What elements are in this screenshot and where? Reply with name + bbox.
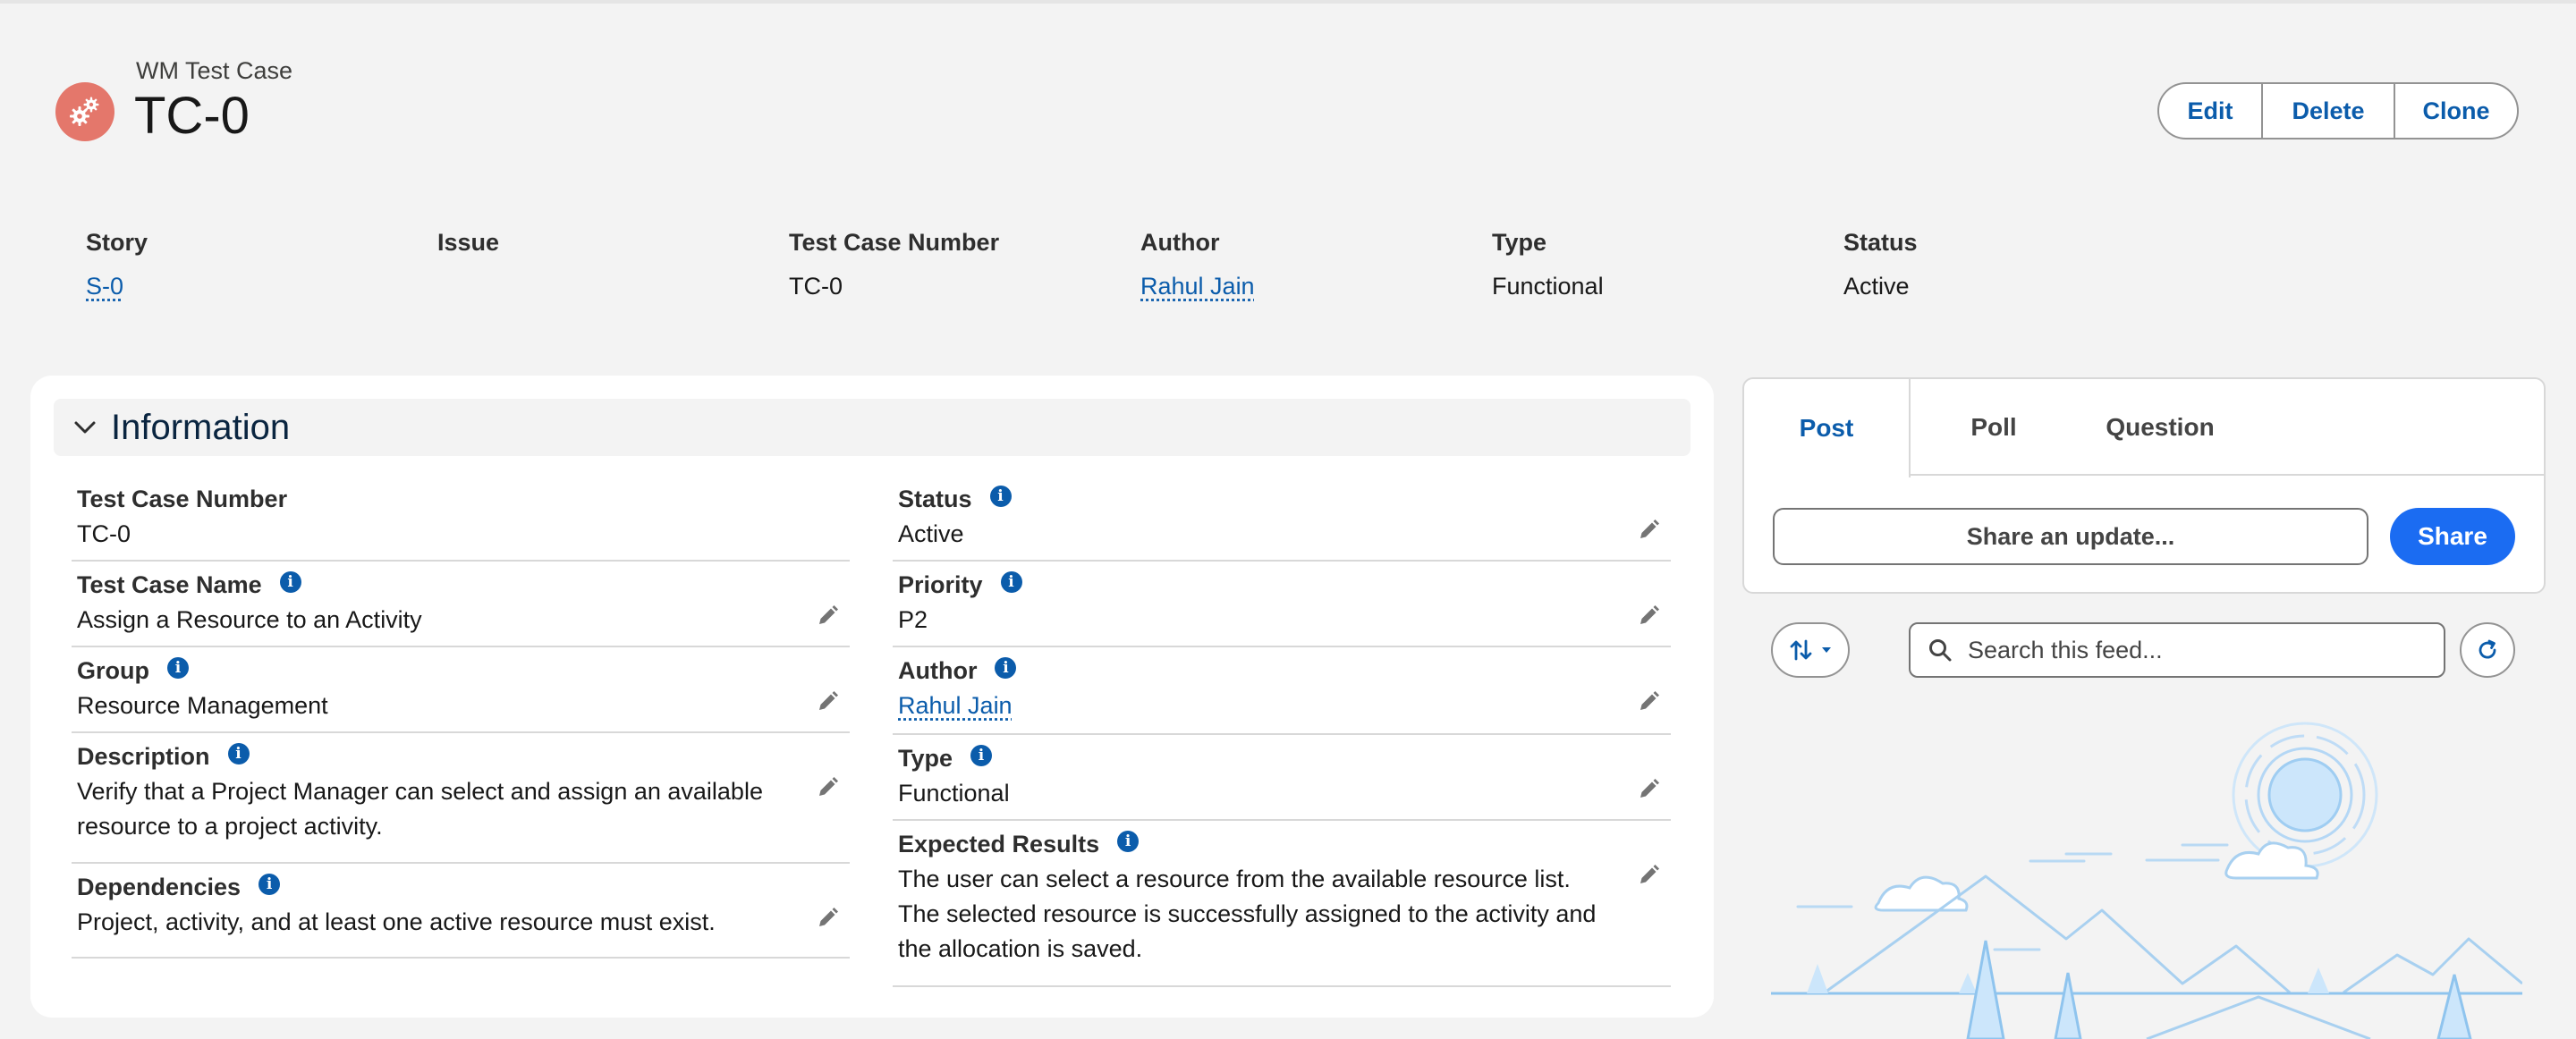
field-label: Group xyxy=(77,656,149,684)
highlight-label: Status xyxy=(1843,229,1918,256)
info-icon[interactable]: i xyxy=(1000,571,1022,593)
highlight-value: Active xyxy=(1843,273,1910,300)
object-type-label: WM Test Case xyxy=(136,57,293,84)
highlight-issue: Issue xyxy=(437,229,777,273)
highlight-status: Status Active xyxy=(1843,229,2183,300)
pencil-icon[interactable] xyxy=(1635,603,1662,629)
edit-button[interactable]: Edit xyxy=(2159,84,2261,138)
info-icon[interactable]: i xyxy=(279,571,301,593)
field-type: Type i Functional xyxy=(893,735,1671,821)
field-label: Test Case Number xyxy=(77,485,288,512)
tab-question[interactable]: Question xyxy=(2077,379,2243,476)
field-label: Test Case Name xyxy=(77,570,262,598)
highlight-author: Author Rahul Jain xyxy=(1140,229,1480,300)
field-value: Functional xyxy=(898,780,1010,807)
refresh-button[interactable] xyxy=(2460,622,2515,678)
highlight-value: TC-0 xyxy=(789,273,843,300)
field-dependencies: Dependencies i Project, activity, and at … xyxy=(72,864,850,959)
chevron-down-icon xyxy=(70,412,100,443)
author-link[interactable]: Rahul Jain xyxy=(1140,273,1255,300)
highlight-label: Issue xyxy=(437,229,500,256)
pencil-icon[interactable] xyxy=(1635,517,1662,544)
tab-poll[interactable]: Poll xyxy=(1911,379,2077,476)
section-title: Information xyxy=(111,407,291,447)
top-border xyxy=(0,0,2576,4)
author-field-link[interactable]: Rahul Jain xyxy=(898,692,1013,719)
highlight-value: Functional xyxy=(1492,273,1604,300)
sort-button[interactable] xyxy=(1771,622,1850,678)
refresh-icon xyxy=(2479,639,2496,659)
field-group: Group i Resource Management xyxy=(72,647,850,733)
record-actions: Edit Delete Clone xyxy=(2157,82,2519,139)
caret-down-icon xyxy=(1822,647,1831,653)
field-value: Resource Management xyxy=(77,692,328,719)
info-icon[interactable]: i xyxy=(1117,831,1140,852)
empty-feed-illustration xyxy=(1771,715,2523,1039)
info-icon[interactable]: i xyxy=(989,486,1012,507)
information-section-toggle[interactable]: Information xyxy=(54,399,1690,456)
pencil-icon[interactable] xyxy=(814,774,841,801)
field-value: Assign a Resource to an Activity xyxy=(77,606,422,633)
field-label: Status xyxy=(898,485,972,512)
field-value: The user can select a resource from the … xyxy=(898,866,1597,962)
info-icon[interactable]: i xyxy=(167,657,189,679)
clone-button[interactable]: Clone xyxy=(2394,84,2517,138)
field-value: Project, activity, and at least one acti… xyxy=(77,908,716,935)
field-label: Expected Results xyxy=(898,830,1100,857)
info-icon[interactable]: i xyxy=(995,657,1017,679)
field-value: Active xyxy=(898,520,964,547)
feed-search xyxy=(1909,622,2445,678)
field-value: TC-0 xyxy=(77,520,131,547)
field-test-case-name: Test Case Name i Assign a Resource to an … xyxy=(72,562,850,647)
search-icon xyxy=(1927,637,1953,663)
pencil-icon[interactable] xyxy=(814,688,841,715)
publisher-tabs: Post Poll Question xyxy=(1744,379,2544,477)
field-label: Dependencies xyxy=(77,873,242,900)
information-left-column: Test Case Number TC-0 Test Case Name i As… xyxy=(72,476,850,959)
highlight-label: Type xyxy=(1492,229,1547,256)
highlight-test-case-number: Test Case Number TC-0 xyxy=(789,229,1129,300)
information-card: Information Test Case Number TC-0 Test C… xyxy=(30,376,1714,1018)
feed-search-input[interactable] xyxy=(1968,636,2433,664)
highlight-type: Type Functional xyxy=(1492,229,1832,300)
pencil-icon[interactable] xyxy=(1635,776,1662,803)
highlight-label: Story xyxy=(86,229,148,256)
field-expected-results: Expected Results i The user can select a … xyxy=(893,821,1671,987)
info-icon[interactable]: i xyxy=(258,874,281,895)
pencil-icon[interactable] xyxy=(1635,688,1662,715)
field-status: Status i Active xyxy=(893,476,1671,562)
sort-icon xyxy=(1790,639,1812,661)
field-value: Verify that a Project Manager can select… xyxy=(77,778,763,840)
highlight-label: Author xyxy=(1140,229,1220,256)
field-author: Author i Rahul Jain xyxy=(893,647,1671,735)
field-description: Description i Verify that a Project Manag… xyxy=(72,733,850,864)
pencil-icon[interactable] xyxy=(814,603,841,629)
field-priority: Priority i P2 xyxy=(893,562,1671,647)
share-update-input[interactable]: Share an update... xyxy=(1773,508,2368,565)
pencil-icon[interactable] xyxy=(1635,862,1662,889)
chatter-publisher: Post Poll Question Share an update... Sh… xyxy=(1742,377,2546,594)
info-icon[interactable]: i xyxy=(970,745,993,766)
pencil-icon[interactable] xyxy=(814,905,841,932)
info-icon[interactable]: i xyxy=(227,743,250,764)
field-test-case-number: Test Case Number TC-0 xyxy=(72,476,850,562)
information-right-column: Status i Active Priority i P2 Author i Rahu… xyxy=(893,476,1671,987)
highlight-story: Story S-0 xyxy=(86,229,426,300)
share-button[interactable]: Share xyxy=(2390,508,2515,565)
field-label: Description xyxy=(77,742,210,770)
tab-post[interactable]: Post xyxy=(1744,379,1911,477)
gears-icon xyxy=(55,82,114,141)
field-label: Priority xyxy=(898,570,983,598)
highlight-label: Test Case Number xyxy=(789,229,1000,256)
field-value: P2 xyxy=(898,606,928,633)
field-label: Author xyxy=(898,656,978,684)
field-label: Type xyxy=(898,744,953,772)
delete-button[interactable]: Delete xyxy=(2261,84,2394,138)
record-title: TC-0 xyxy=(134,87,250,145)
story-link[interactable]: S-0 xyxy=(86,273,123,300)
